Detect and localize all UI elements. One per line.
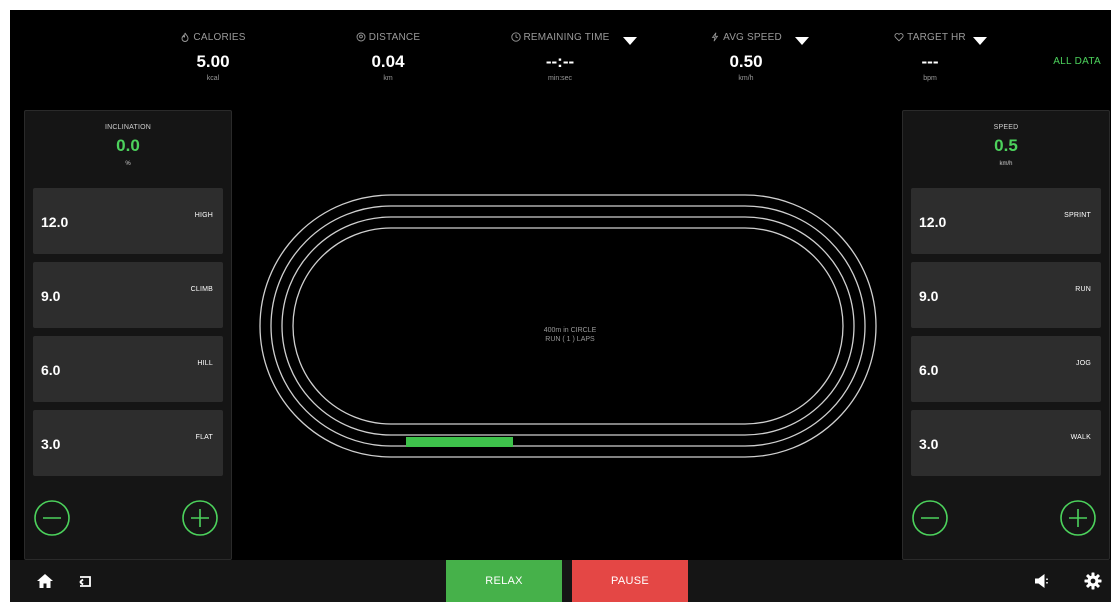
treadmill-screen: CALORIES 5.00 kcal DISTANCE 0.04 km REMA…	[10, 10, 1111, 602]
bottom-bar: RELAX PAUSE	[10, 560, 1111, 602]
back-icon[interactable]	[74, 570, 96, 592]
track-distance-text: 400m in CIRCLE	[543, 327, 597, 334]
track-info: 400m in CIRCLE RUN ( 1 ) LAPS	[460, 326, 680, 344]
home-icon[interactable]	[34, 570, 56, 592]
settings-icon[interactable]	[1082, 570, 1104, 592]
pause-button[interactable]: PAUSE	[572, 560, 688, 602]
track-laps-text: RUN ( 1 ) LAPS	[545, 336, 595, 343]
track-progress-bar	[406, 437, 513, 447]
volume-icon[interactable]	[1032, 570, 1054, 592]
relax-button[interactable]: RELAX	[446, 560, 562, 602]
running-track	[259, 194, 877, 458]
